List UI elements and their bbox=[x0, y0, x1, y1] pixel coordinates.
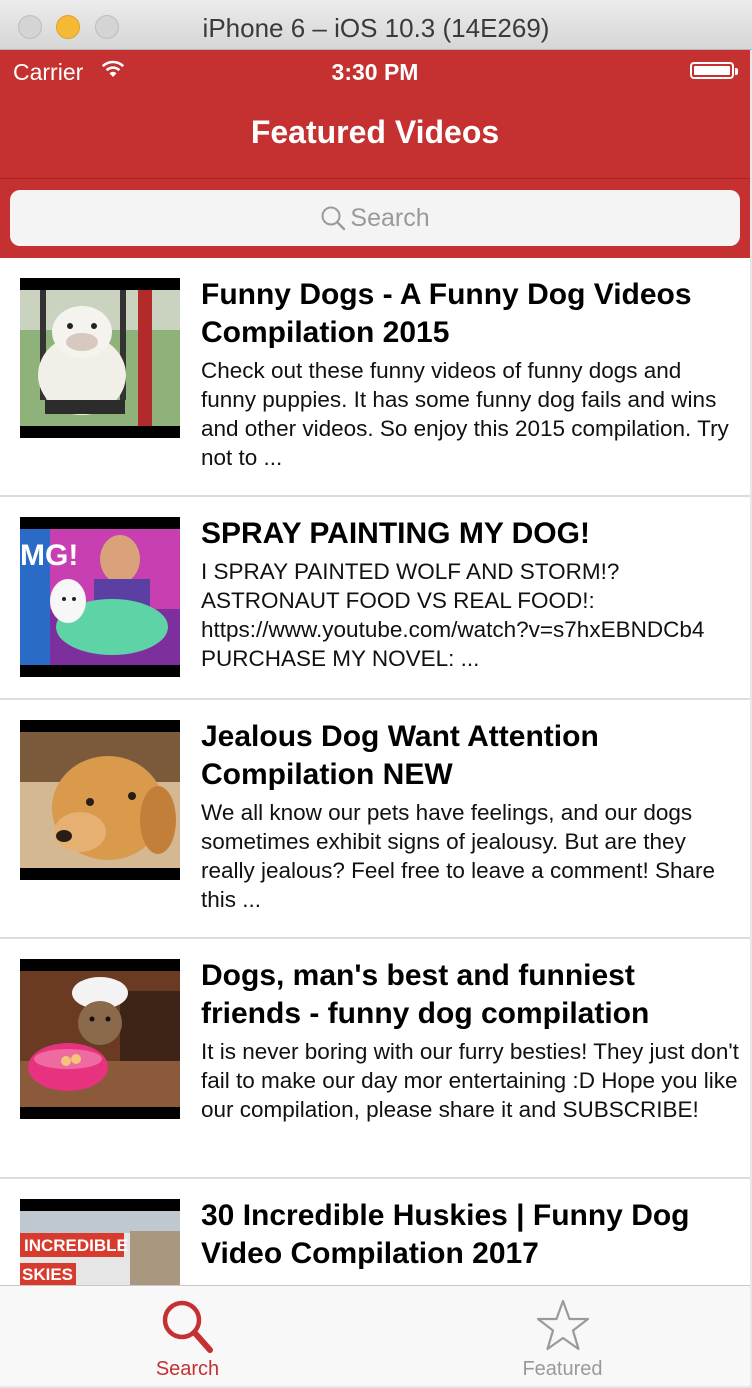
video-description: Check out these funny videos of funny do… bbox=[201, 358, 729, 470]
list-item[interactable]: INCREDIBLE SKIES 30 Incredible Huskies |… bbox=[0, 1179, 750, 1285]
list-item[interactable]: Jealous Dog Want Attention Compilation N… bbox=[0, 700, 750, 939]
video-title: Dogs, man's best and funniest friends - … bbox=[201, 959, 650, 1030]
thumbnail-text: MG! bbox=[20, 539, 78, 572]
video-description: I SPRAY PAINTED WOLF AND STORM!? ASTRONA… bbox=[201, 559, 705, 671]
status-bar: Carrier 3:30 PM bbox=[0, 50, 750, 92]
video-thumbnail bbox=[20, 720, 180, 880]
tab-search[interactable]: Search bbox=[0, 1286, 375, 1386]
video-list[interactable]: Funny Dogs - A Funny Dog Videos Compilat… bbox=[0, 258, 750, 1285]
video-thumbnail bbox=[20, 278, 180, 438]
tab-bar: Search Featured bbox=[0, 1285, 750, 1386]
search-placeholder: Search bbox=[350, 203, 430, 232]
thumbnail-text: SKIES bbox=[22, 1265, 73, 1284]
tab-label: Search bbox=[155, 1358, 220, 1380]
video-title: 30 Incredible Huskies | Funny Dog Video … bbox=[201, 1199, 690, 1270]
list-item[interactable]: MG! SPRAY PAINTING MY DOG! I SPRAY PAINT… bbox=[0, 497, 750, 700]
star-icon bbox=[536, 1299, 590, 1351]
app-header: Carrier 3:30 PM Featured Videos Search bbox=[0, 50, 750, 258]
video-thumbnail: MG! bbox=[20, 517, 180, 677]
simulator-titlebar: iPhone 6 – iOS 10.3 (14E269) bbox=[0, 0, 752, 50]
device-screen: Carrier 3:30 PM Featured Videos Search F… bbox=[0, 50, 750, 1386]
nav-divider bbox=[0, 178, 750, 179]
status-time: 3:30 PM bbox=[331, 59, 419, 85]
video-title: Jealous Dog Want Attention Compilation N… bbox=[201, 720, 599, 791]
list-item[interactable]: Funny Dogs - A Funny Dog Videos Compilat… bbox=[0, 258, 750, 497]
tab-featured[interactable]: Featured bbox=[375, 1286, 750, 1386]
tab-label: Featured bbox=[522, 1358, 603, 1380]
video-description: It is never boring with our furry bestie… bbox=[201, 1039, 739, 1122]
video-title: SPRAY PAINTING MY DOG! bbox=[201, 517, 590, 550]
search-input[interactable]: Search bbox=[10, 190, 740, 246]
list-item[interactable]: Dogs, man's best and funniest friends - … bbox=[0, 939, 750, 1179]
search-icon bbox=[162, 1300, 213, 1353]
search-icon bbox=[321, 206, 346, 231]
battery-icon bbox=[690, 62, 738, 79]
thumbnail-text: INCREDIBLE bbox=[24, 1236, 128, 1255]
page-title: Featured Videos bbox=[250, 114, 500, 150]
video-title: Funny Dogs - A Funny Dog Videos Compilat… bbox=[201, 278, 692, 349]
video-thumbnail: INCREDIBLE SKIES bbox=[20, 1199, 180, 1285]
window-title: iPhone 6 – iOS 10.3 (14E269) bbox=[202, 13, 550, 43]
video-thumbnail bbox=[20, 959, 180, 1119]
video-description: We all know our pets have feelings, and … bbox=[201, 800, 716, 912]
